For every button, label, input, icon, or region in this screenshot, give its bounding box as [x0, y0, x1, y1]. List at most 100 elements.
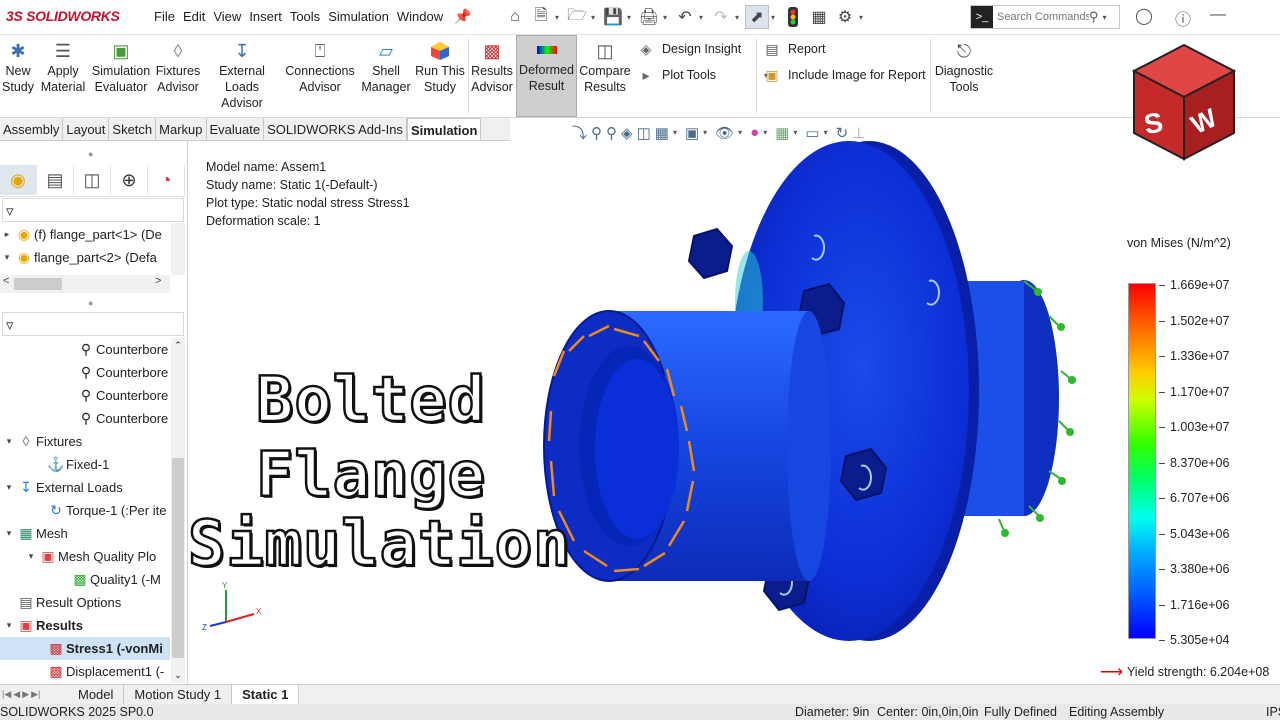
chevron-down-icon[interactable]: ▾ — [793, 128, 801, 137]
view-display-icon[interactable]: ▦ — [655, 124, 669, 142]
rebuild-traffic-light-icon[interactable] — [781, 5, 805, 29]
tree-item-result-options[interactable]: ▤ Result Options — [0, 591, 170, 614]
menu-window[interactable]: Window — [393, 9, 447, 24]
file-properties-icon[interactable]: ▦ — [807, 5, 831, 29]
save-icon[interactable]: 💾 — [601, 5, 625, 29]
property-manager-tab-icon[interactable]: ▤ — [37, 165, 74, 195]
options-gear-icon[interactable]: ⚙ — [833, 5, 857, 29]
units-label[interactable]: IPS — [1266, 704, 1280, 720]
chevron-down-icon[interactable]: ▾ — [763, 128, 771, 137]
chevron-down-icon[interactable]: ▾ — [591, 13, 599, 22]
redo-icon[interactable]: ↷ — [709, 5, 733, 29]
design-insight-button[interactable]: ◈ Design Insight — [636, 39, 742, 59]
expand-arrow-icon[interactable]: ▾ — [2, 522, 16, 545]
undo-icon[interactable]: ↶ — [673, 5, 697, 29]
splitter-grip[interactable]: ● — [88, 298, 93, 308]
tree-item-counterbore[interactable]: ⚲ Counterbore — [0, 384, 170, 407]
scene-icon[interactable]: ▦ — [775, 124, 789, 142]
chevron-down-icon[interactable]: ▾ — [663, 13, 671, 22]
chevron-down-icon[interactable]: ▾ — [771, 13, 779, 22]
tree-item-counterbore[interactable]: ⚲ Counterbore — [0, 361, 170, 384]
chevron-down-icon[interactable]: ▾ — [555, 13, 563, 22]
tab-markup[interactable]: Markup — [156, 118, 207, 140]
expand-arrow-icon[interactable]: ▾ — [2, 614, 16, 637]
tree-item-flange-part-1[interactable]: ▸ ◉ (f) flange_part<1> (De — [0, 223, 170, 246]
chevron-down-icon[interactable]: ▾ — [703, 128, 711, 137]
connections-advisor-button[interactable]: ⍞ Connections Advisor — [284, 37, 356, 95]
menu-edit[interactable]: Edit — [179, 9, 209, 24]
tree-item-flange-part-2[interactable]: ▾ ◉ flange_part<2> (Defa — [0, 246, 170, 269]
expand-arrow-icon[interactable]: ▾ — [2, 430, 16, 453]
apply-material-button[interactable]: ☰ Apply Material — [40, 37, 86, 95]
zoom-area-icon[interactable]: ⚲ — [606, 124, 617, 142]
feature-manager-tab-icon[interactable]: ◉ — [0, 165, 37, 195]
chevron-down-icon[interactable]: ▾ — [699, 13, 707, 22]
tree-item-displacement-1[interactable]: ▩ Displacement1 (- — [0, 660, 170, 683]
menu-view[interactable]: View — [209, 9, 245, 24]
fixtures-advisor-button[interactable]: ◊ Fixtures Advisor — [155, 37, 201, 95]
first-tab-icon[interactable]: |◀ — [2, 689, 11, 700]
tree-item-stress-1[interactable]: ▩ Stress1 (-vonMi — [0, 637, 170, 660]
scroll-left-icon[interactable]: < — [3, 275, 9, 287]
tree-item-mesh[interactable]: ▾ ▦ Mesh — [0, 522, 170, 545]
appearance-icon[interactable]: ● — [750, 124, 759, 141]
display-settings-icon[interactable]: ▭ — [805, 124, 819, 142]
study-tree-scrollbar[interactable]: ⌃ ⌄ — [171, 338, 185, 683]
diagnostic-tools-button[interactable]: ⎋ Diagnostic Tools — [934, 37, 994, 95]
configuration-manager-tab-icon[interactable]: ◫ — [74, 165, 111, 195]
menu-simulation[interactable]: Simulation — [324, 9, 393, 24]
tab-evaluate[interactable]: Evaluate — [207, 118, 265, 140]
tree-item-counterbore[interactable]: ⚲ Counterbore — [0, 407, 170, 430]
tab-model[interactable]: Model — [68, 685, 125, 704]
expand-arrow-icon[interactable]: ▾ — [2, 476, 16, 499]
study-filter-box[interactable]: ▿ — [2, 312, 184, 336]
run-this-study-button[interactable]: Run This Study — [415, 37, 465, 95]
tree-item-fixtures[interactable]: ▾ ◊ Fixtures — [0, 430, 170, 453]
search-input[interactable] — [993, 11, 1089, 23]
chevron-down-icon[interactable]: ▾ — [735, 13, 743, 22]
scroll-right-icon[interactable]: > — [155, 275, 161, 287]
expand-arrow-icon[interactable]: ▾ — [0, 246, 14, 269]
home-icon[interactable]: ⌂ — [503, 5, 527, 29]
display-manager-tab-icon[interactable]: ◔ — [148, 165, 185, 195]
simulation-evaluator-button[interactable]: ▣ Simulation Evaluator — [90, 37, 152, 95]
print-icon[interactable]: 🖨 — [637, 5, 661, 29]
triad-icon[interactable]: ⊥ — [852, 124, 865, 142]
prev-tab-icon[interactable]: ◀ — [13, 689, 20, 700]
chevron-down-icon[interactable]: ▾ — [627, 13, 635, 22]
horizontal-scrollbar[interactable]: < > — [0, 275, 170, 293]
solidworks-logo[interactable]: 3S SOLIDWORKS — [6, 8, 120, 24]
tree-item-torque-1[interactable]: ↻ Torque-1 (:Per ite — [0, 499, 170, 522]
menu-file[interactable]: File — [150, 9, 179, 24]
expand-arrow-icon[interactable]: ▸ — [0, 223, 14, 246]
chevron-down-icon[interactable]: ▾ — [824, 128, 832, 137]
chevron-down-icon[interactable]: ▾ — [738, 128, 746, 137]
expand-arrow-icon[interactable]: ▾ — [24, 545, 38, 568]
tree-item-fixed-1[interactable]: ⚓ Fixed-1 — [0, 453, 170, 476]
splitter-grip[interactable]: ● — [88, 149, 93, 159]
display-style-icon[interactable]: ▣ — [685, 124, 699, 142]
help-icon[interactable]: ⓘ — [1175, 6, 1191, 30]
tab-layout[interactable]: Layout — [63, 118, 110, 140]
next-tab-icon[interactable]: ▶ — [22, 689, 29, 700]
scroll-thumb[interactable] — [14, 278, 62, 290]
rotate-icon[interactable]: ↻ — [836, 124, 849, 142]
compare-results-button[interactable]: ◫ Compare Results — [579, 37, 631, 95]
results-advisor-button[interactable]: ▩ Results Advisor — [470, 37, 514, 95]
open-icon[interactable]: 🗁 — [565, 5, 589, 29]
tree-item-counterbore[interactable]: ⚲ Counterbore — [0, 338, 170, 361]
tree-item-mesh-quality-plot[interactable]: ▾ ▣ Mesh Quality Plo — [0, 545, 170, 568]
tab-simulation[interactable]: Simulation — [406, 118, 482, 140]
deformed-result-button[interactable]: Deformed Result — [516, 35, 577, 117]
plot-tools-button[interactable]: ▸ Plot Tools ▾ — [636, 65, 772, 85]
scroll-thumb[interactable] — [172, 458, 184, 658]
search-commands-box[interactable]: >_ ⚲ ▾ — [970, 5, 1120, 29]
feature-tree-scrollbar[interactable] — [171, 223, 185, 275]
shell-manager-button[interactable]: ▱ Shell Manager — [359, 37, 413, 95]
chevron-down-icon[interactable]: ▾ — [673, 128, 681, 137]
external-loads-advisor-button[interactable]: ↧ External Loads Advisor — [204, 37, 280, 111]
tab-motion-study[interactable]: Motion Study 1 — [124, 685, 233, 704]
report-button[interactable]: ▤ Report — [762, 39, 825, 59]
tree-item-external-loads[interactable]: ▾ ↧ External Loads — [0, 476, 170, 499]
tree-item-quality-1[interactable]: ▩ Quality1 (-M — [0, 568, 170, 591]
